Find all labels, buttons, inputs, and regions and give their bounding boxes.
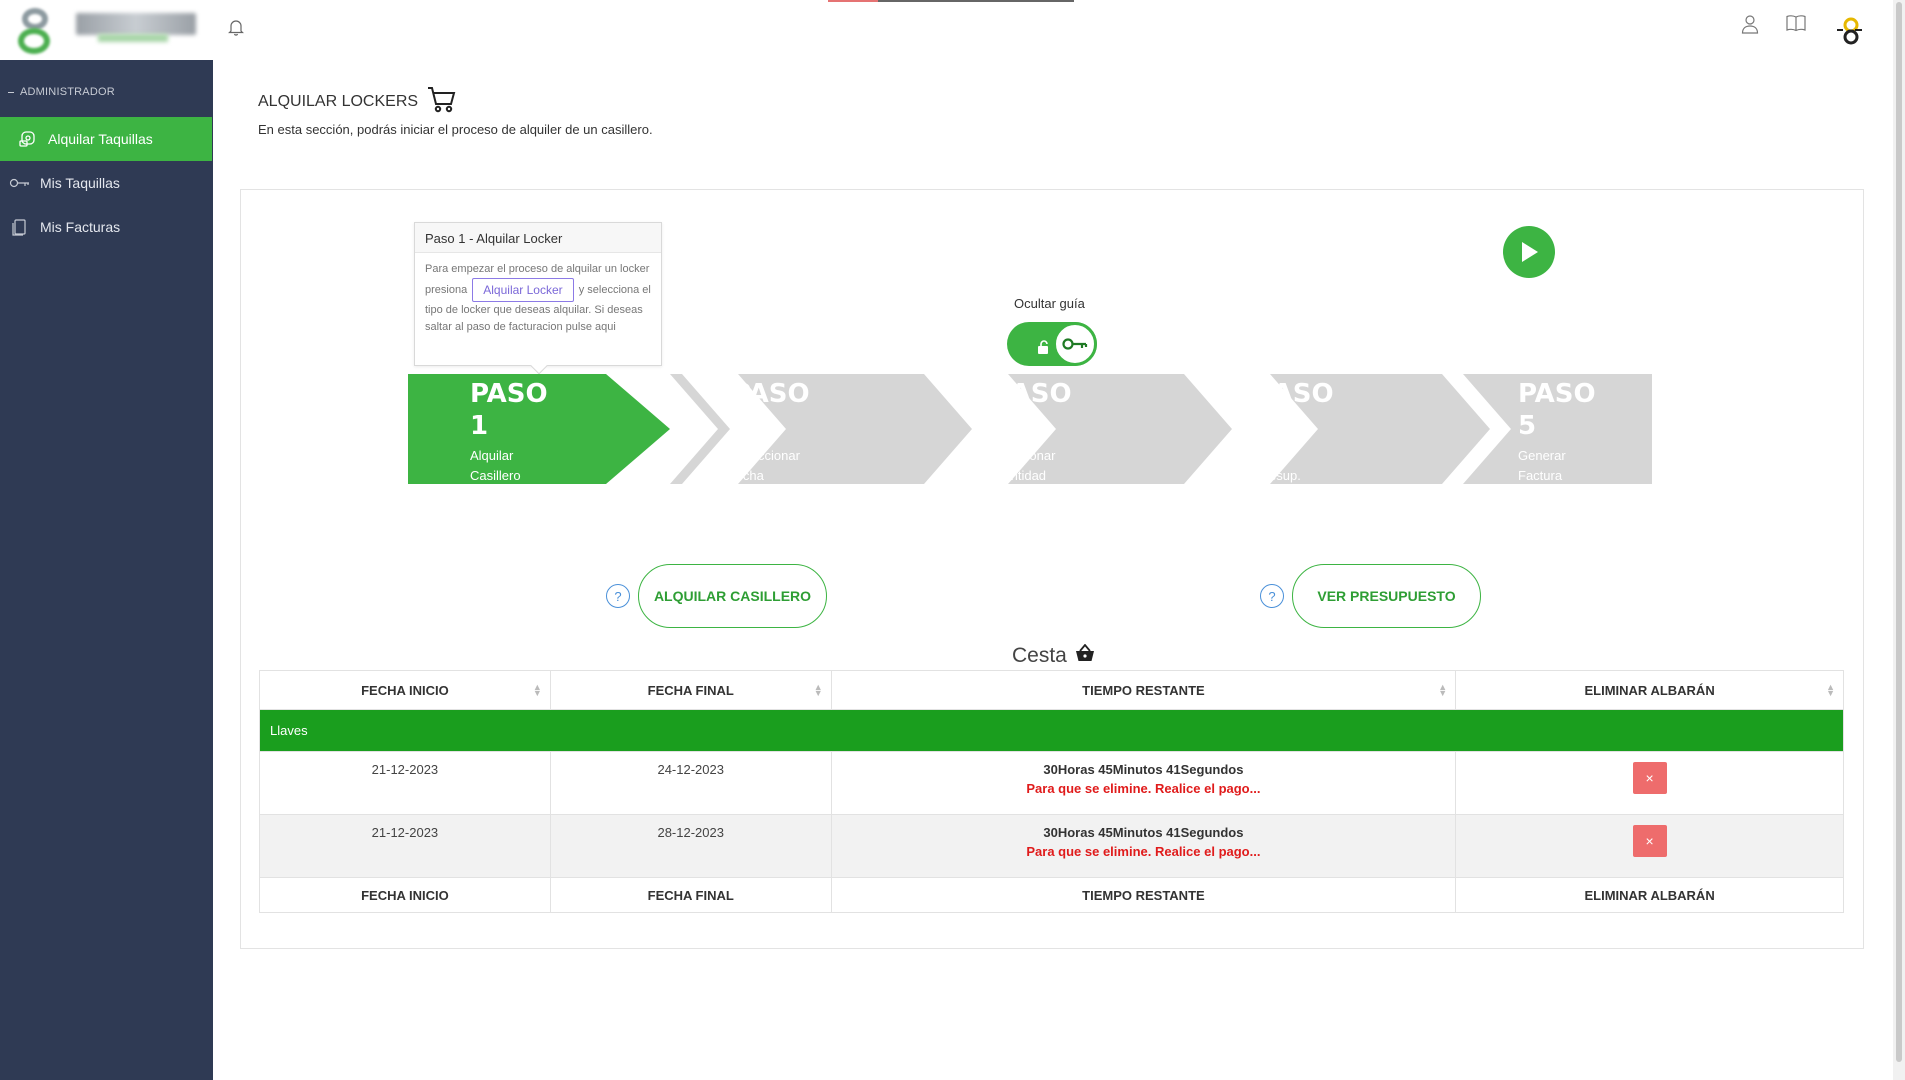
step-label: Selecionar	[994, 448, 1056, 463]
group-label: Llaves	[259, 709, 1844, 752]
step-title: PASO	[994, 379, 1072, 409]
start-date-cell: 21-12-2023	[259, 814, 551, 878]
sidebar-item-alquilar-taquillas[interactable]: Alquilar Taquillas	[0, 117, 212, 161]
step-2: PASO 2 Seleccionar fecha	[670, 374, 930, 484]
sort-icon: ▲ ▼	[813, 682, 823, 698]
key-icon	[8, 174, 32, 192]
unlock-icon	[1037, 340, 1051, 359]
guide-book-button[interactable]	[1786, 14, 1806, 37]
sort-icon: ▲ ▼	[1826, 682, 1835, 698]
sidebar-item-label: Mis Facturas	[40, 219, 121, 235]
tooltip-rent-locker-button[interactable]: Alquilar Locker	[472, 277, 574, 302]
delete-button[interactable]: ×	[1632, 825, 1667, 857]
step-label: Presup.	[1256, 468, 1301, 483]
column-footer-remaining-time: TIEMPO RESTANTE	[830, 877, 1457, 913]
step-label: Cantidad	[994, 468, 1047, 483]
steps-progress: PASO 1 Alquilar Casillero PASO 2 Selecci…	[408, 374, 1652, 484]
column-header-start-date[interactable]: FECHA INICIO ▲ ▼	[259, 670, 551, 710]
start-date-cell: 21-12-2023	[259, 751, 551, 815]
column-header-delete[interactable]: ELIMINAR ALBARÁN ▲ ▼	[1455, 670, 1844, 710]
step-label: Alquilar	[470, 448, 514, 463]
notifications-button[interactable]	[228, 18, 244, 41]
book-icon	[1786, 15, 1806, 32]
bell-icon	[228, 20, 244, 36]
sidebar-section-label: ADMINISTRADOR	[8, 86, 115, 98]
column-header-end-date[interactable]: FECHA FINAL ▲ ▼	[549, 670, 832, 710]
step-1: PASO 1 Alquilar Casillero	[408, 374, 668, 484]
end-date-cell: 24-12-2023	[549, 751, 832, 815]
step-number: 3	[994, 411, 1013, 441]
cart-icon	[426, 84, 456, 119]
basket-table: FECHA INICIO ▲ ▼ FECHA FINAL ▲ ▼ TIEMPO REST…	[259, 670, 1844, 913]
step-label: fecha	[732, 468, 764, 483]
user-profile-button[interactable]	[1741, 14, 1759, 39]
column-footer-start-date: FECHA INICIO	[259, 877, 551, 913]
basket-icon	[1075, 643, 1095, 668]
step-number: 2	[732, 411, 751, 441]
guide-toggle-label: Ocultar guía	[1014, 296, 1085, 311]
step-label: Seleccionar	[732, 448, 800, 463]
rent-locker-button[interactable]: ALQUILAR CASILLERO	[638, 564, 827, 628]
logo-icon	[8, 4, 66, 56]
step-label: Casillero	[470, 468, 521, 483]
table-row: 21-12-2023 24-12-2023 30Horas 45Minutos …	[259, 751, 1844, 815]
logo-wordmark	[76, 13, 196, 35]
logo[interactable]	[0, 0, 213, 60]
sidebar: ADMINISTRADOR Alquilar Taquillas Mis Taq…	[0, 0, 213, 1080]
step-title: PASO	[470, 379, 548, 409]
step-number: 4	[1256, 411, 1275, 441]
step-3: PASO 3 Selecionar Cantidad	[932, 374, 1192, 484]
sidebar-item-mis-taquillas[interactable]: Mis Taquillas	[0, 161, 213, 205]
column-footer-delete: ELIMINAR ALBARÁN	[1455, 877, 1844, 913]
end-date-cell: 28-12-2023	[549, 814, 832, 878]
sort-icon: ▲ ▼	[1438, 682, 1448, 698]
sidebar-item-mis-facturas[interactable]: Mis Facturas	[0, 205, 213, 249]
sidebar-item-label: Alquilar Taquillas	[48, 131, 153, 147]
play-icon	[1522, 242, 1538, 262]
basket-title: Cesta	[1012, 643, 1095, 668]
column-header-remaining-time[interactable]: TIEMPO RESTANTE ▲ ▼	[830, 670, 1457, 710]
tooltip-body: Para empezar el proceso de alquilar un l…	[425, 263, 651, 333]
remaining-time-cell: 30Horas 45Minutos 41Segundos Para que se…	[830, 814, 1457, 878]
guide-toggle[interactable]	[1007, 322, 1097, 366]
step-number: 5	[1518, 411, 1537, 441]
step-4: PASO 4 Ver Presup.	[1194, 374, 1454, 484]
page-title: ALQUILAR LOCKERS	[258, 84, 456, 119]
step-number: 1	[470, 411, 489, 441]
user-icon	[1741, 15, 1759, 34]
app-logo-button[interactable]	[1833, 16, 1865, 51]
brand-logo-icon	[1837, 17, 1862, 45]
remaining-time-cell: 30Horas 45Minutos 41Segundos Para que se…	[830, 751, 1457, 815]
step-title: PASO	[1256, 379, 1334, 409]
step-label: Factura	[1518, 468, 1563, 483]
step-title: PASO	[1518, 379, 1596, 409]
play-tour-button[interactable]	[1503, 226, 1555, 278]
sidebar-item-label: Mis Taquillas	[40, 175, 120, 191]
step-label: Ver	[1256, 448, 1276, 463]
column-footer-end-date: FECHA FINAL	[549, 877, 832, 913]
step-title: PASO	[732, 379, 810, 409]
key-icon	[1053, 322, 1097, 366]
delete-cell: ×	[1455, 751, 1844, 815]
page-title-text: ALQUILAR LOCKERS	[258, 92, 419, 110]
tooltip-title: Paso 1 - Alquilar Locker	[415, 223, 661, 253]
loading-bar	[828, 0, 1074, 2]
page-scrollbar[interactable]	[1893, 0, 1905, 1080]
page-description: En esta sección, podrás iniciar el proce…	[258, 122, 653, 137]
step-5: PASO 5 Generar Factura	[1456, 374, 1652, 484]
invoice-icon	[8, 218, 32, 236]
sort-icon: ▲ ▼	[532, 682, 542, 698]
table-group-row: Llaves	[259, 709, 1844, 752]
locker-icon	[16, 130, 40, 148]
delete-cell: ×	[1455, 814, 1844, 878]
view-budget-button[interactable]: VER PRESUPUESTO	[1292, 564, 1481, 628]
help-rent-icon[interactable]: ?	[606, 584, 630, 608]
delete-button[interactable]: ×	[1632, 762, 1667, 794]
help-budget-icon[interactable]: ?	[1260, 584, 1284, 608]
step-label: Generar	[1518, 448, 1566, 463]
guide-tooltip: Paso 1 - Alquilar Locker Para empezar el…	[414, 222, 662, 375]
table-row: 21-12-2023 28-12-2023 30Horas 45Minutos …	[259, 814, 1844, 878]
